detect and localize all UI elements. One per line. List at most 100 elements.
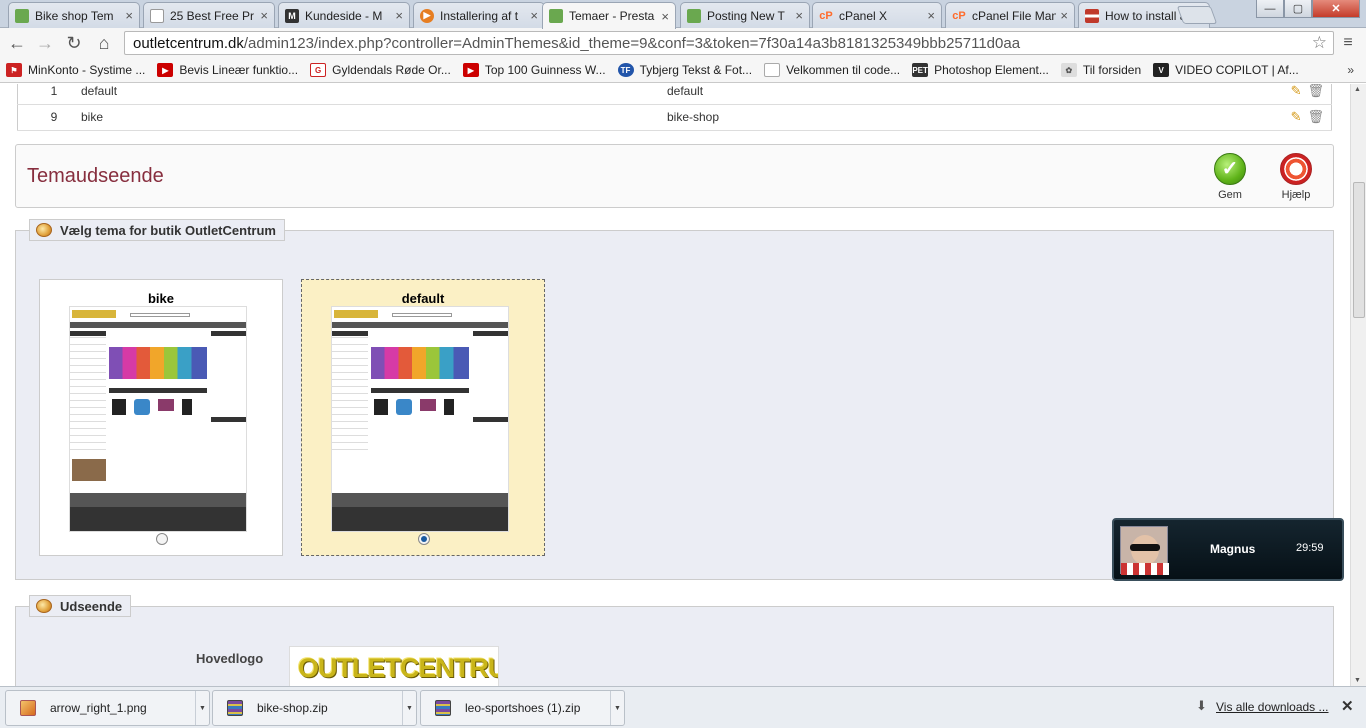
close-window-button[interactable]: ✕ xyxy=(1312,0,1360,18)
save-button[interactable]: ✓ Gem xyxy=(1200,153,1260,201)
edit-pencil-icon[interactable]: ✎ xyxy=(1291,109,1302,124)
close-icon[interactable]: × xyxy=(795,8,803,23)
bookmark-star-icon[interactable]: ☆ xyxy=(1312,33,1327,53)
lifebuoy-icon xyxy=(1280,153,1312,185)
bookmark-item[interactable]: G Gyldendals Røde Or... xyxy=(310,63,451,77)
close-icon[interactable]: × xyxy=(530,8,538,23)
page-content: 1 default default ✎ 🗑 9 bike bike-shop ✎ 🗑… xyxy=(0,84,1350,686)
edit-pencil-icon[interactable]: ✎ xyxy=(1291,84,1302,98)
download-item[interactable]: bike-shop.zip ▼ xyxy=(212,690,417,726)
main-logo-label: Hovedlogo xyxy=(196,651,264,666)
tab-title: 25 Best Free Pr xyxy=(170,8,255,23)
scrollbar-thumb[interactable] xyxy=(1353,182,1365,318)
maximize-button[interactable]: ▢ xyxy=(1284,0,1312,18)
scroll-up-icon[interactable]: ▲ xyxy=(1354,86,1361,93)
download-item[interactable]: arrow_right_1.png ▼ xyxy=(5,690,210,726)
bookmark-item[interactable]: V VIDEO COPILOT | Af... xyxy=(1153,63,1299,77)
reload-icon[interactable]: ↻ xyxy=(63,32,85,54)
close-icon[interactable]: × xyxy=(1060,8,1068,23)
table-row: 9 bike bike-shop ✎ 🗑 xyxy=(17,104,1332,131)
chevron-down-icon[interactable]: ▼ xyxy=(610,691,624,725)
minimize-button[interactable]: — xyxy=(1256,0,1284,18)
forward-arrow-icon[interactable]: → xyxy=(34,32,56,54)
theme-option-bike[interactable]: bike xyxy=(39,279,283,556)
download-item[interactable]: leo-sportshoes (1).zip ▼ xyxy=(420,690,625,726)
bookmark-favicon-icon: V xyxy=(1153,63,1170,77)
save-label: Gem xyxy=(1218,189,1242,201)
bookmark-item[interactable]: ▶ Bevis Lineær funktio... xyxy=(157,63,298,77)
download-filename: arrow_right_1.png xyxy=(50,701,147,715)
theme-radio-bike[interactable] xyxy=(156,533,168,545)
bookmark-item[interactable]: PET Photoshop Element... xyxy=(912,63,1049,77)
close-icon[interactable]: × xyxy=(395,8,403,23)
browser-tab[interactable]: Posting New T × xyxy=(680,2,810,28)
browser-tab[interactable]: ▶ Installering af t × xyxy=(413,2,545,28)
browser-tab[interactable]: M Kundeside - M × xyxy=(278,2,410,28)
close-icon[interactable]: ✕ xyxy=(1341,697,1354,715)
chevron-down-icon[interactable]: ▼ xyxy=(402,691,416,725)
bookmark-label: Velkommen til code... xyxy=(786,63,901,77)
tab-title: Installering af t xyxy=(440,8,519,23)
menu-icon[interactable]: ≡ xyxy=(1337,32,1359,54)
bookmark-item[interactable]: TF Tybjerg Tekst & Fot... xyxy=(617,63,752,77)
scroll-down-icon[interactable]: ▼ xyxy=(1354,677,1361,684)
fieldset-legend: Udseende xyxy=(29,595,132,617)
youtube-icon: ▶ xyxy=(157,63,174,77)
bookmark-favicon-icon: G xyxy=(310,63,327,77)
bookmark-label: Photoshop Element... xyxy=(934,63,1049,77)
bookmark-item[interactable]: ▶ Top 100 Guinness W... xyxy=(462,63,606,77)
bookmark-label: Gyldendals Røde Or... xyxy=(332,63,451,77)
show-all-downloads-link[interactable]: Vis alle downloads ... xyxy=(1216,700,1329,714)
bookmark-item[interactable]: ⚑ MinKonto - Systime ... xyxy=(6,63,145,77)
url-host: outletcentrum.dk xyxy=(133,34,244,52)
image-file-icon xyxy=(20,700,36,716)
close-icon[interactable]: × xyxy=(125,8,133,23)
close-icon[interactable]: × xyxy=(661,9,669,24)
trash-icon[interactable]: 🗑 xyxy=(1307,109,1324,124)
theme-name: bike xyxy=(147,291,174,306)
back-arrow-icon[interactable]: ← xyxy=(6,32,28,54)
browser-tab[interactable]: cP cPanel X × xyxy=(812,2,942,28)
trash-icon[interactable]: 🗑 xyxy=(1307,84,1324,98)
table-cell-name: bike xyxy=(81,104,667,131)
video-call-widget[interactable]: Magnus 29:59 xyxy=(1112,518,1344,581)
tab-title: cPanel File Man xyxy=(972,8,1057,23)
chevron-right-icon[interactable]: » xyxy=(1347,63,1354,77)
browser-tab[interactable]: 25 Best Free Pr × xyxy=(143,2,275,28)
page-title: Temaudseende xyxy=(27,165,164,187)
palette-icon xyxy=(36,223,52,237)
new-tab-button[interactable] xyxy=(1176,6,1218,24)
browser-tab-active[interactable]: Temaer - Presta × xyxy=(542,2,676,29)
theme-preview-image xyxy=(69,306,247,532)
tab-title: Bike shop Tem xyxy=(35,8,114,23)
youtube-icon: ▶ xyxy=(462,63,479,77)
close-icon[interactable]: × xyxy=(927,8,935,23)
bookmark-label: Til forsiden xyxy=(1082,63,1142,77)
theme-option-default[interactable]: default xyxy=(301,279,545,556)
tab-title: Temaer - Presta xyxy=(569,9,655,23)
help-button[interactable]: Hjælp xyxy=(1266,153,1326,201)
close-icon[interactable]: × xyxy=(260,8,268,23)
chevron-down-icon[interactable]: ▼ xyxy=(195,691,209,725)
page-scrollbar[interactable]: ▲ ▼ xyxy=(1350,84,1366,686)
cpanel-icon: cP xyxy=(819,9,833,22)
avatar xyxy=(1120,526,1169,575)
address-bar[interactable]: outletcentrum.dk/admin123/index.php?cont… xyxy=(124,31,1334,55)
play-icon: ▶ xyxy=(420,8,434,23)
bookmark-label: VIDEO COPILOT | Af... xyxy=(1175,63,1299,77)
home-icon[interactable]: ⌂ xyxy=(93,32,115,54)
bookmark-item[interactable]: Velkommen til code... xyxy=(764,63,900,77)
main-logo-image: OUTLETCENTRUM xyxy=(289,646,499,686)
bookmark-item[interactable]: ✿ Til forsiden xyxy=(1060,63,1142,77)
browser-tab[interactable]: Bike shop Tem × xyxy=(8,2,140,28)
download-filename: bike-shop.zip xyxy=(257,701,328,715)
prestashop-icon xyxy=(15,8,29,23)
tab-title: Kundeside - M xyxy=(305,8,383,23)
url-path: /admin123/index.php?controller=AdminThem… xyxy=(243,34,1021,52)
download-filename: leo-sportshoes (1).zip xyxy=(465,701,581,715)
theme-toolbar-panel: Temaudseende ✓ Gem Hjælp xyxy=(15,144,1334,208)
zip-archive-icon xyxy=(435,700,451,716)
browser-tab[interactable]: cP cPanel File Man × xyxy=(945,2,1075,28)
table-cell-directory: bike-shop xyxy=(667,104,1267,131)
theme-radio-default[interactable] xyxy=(418,533,430,545)
